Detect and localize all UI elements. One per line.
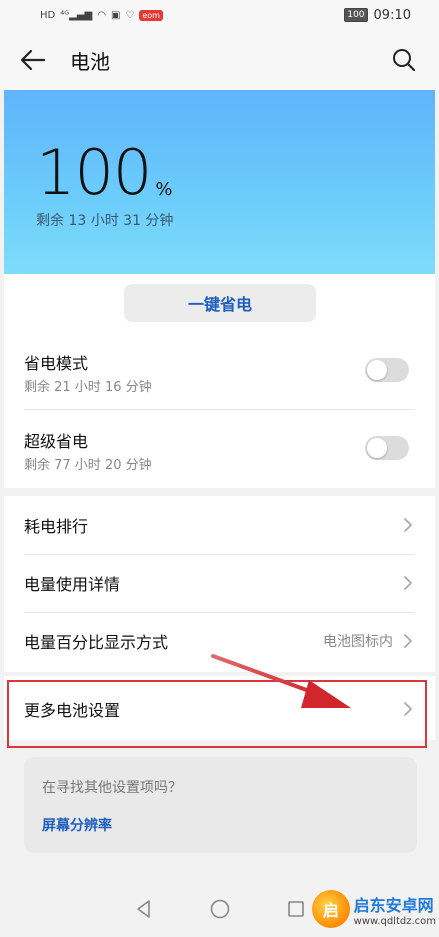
super-saving-mode-sub: 剩余 77 小时 20 分钟	[24, 458, 152, 473]
heart-notification-icon: ♡	[125, 9, 135, 21]
nav-item-label: 耗电排行	[24, 517, 89, 536]
app-notification-icon: ▣	[110, 9, 121, 21]
status-icons: HD ⁴ᴳ▂▄▆ ◠ ▣ ♡ eom	[40, 9, 344, 21]
power-saving-card: 一键省电 省电模式 剩余 21 小时 16 分钟 超级省电 剩余 77 小时 2…	[4, 274, 435, 488]
screen-resolution-link[interactable]: 屏幕分辨率	[42, 815, 399, 835]
nav-item-label: 电量使用详情	[24, 575, 121, 594]
watermark-logo: 启	[312, 890, 350, 928]
toggle-knob	[367, 360, 387, 380]
nav-item-percent-display[interactable]: 电量百分比显示方式 电池图标内	[4, 612, 435, 670]
battery-remaining-time: 剩余 13 小时 31 分钟	[36, 213, 174, 229]
divider	[24, 409, 415, 410]
nav-item-power-ranking[interactable]: 耗电排行	[4, 496, 435, 554]
nav-item-label: 更多电池设置	[24, 701, 121, 720]
other-settings-tip: 在寻找其他设置项吗？ 屏幕分辨率	[24, 757, 417, 853]
power-saving-mode-title: 省电模式	[24, 354, 89, 373]
chevron-right-icon	[401, 576, 415, 590]
status-right: 100 09:10	[344, 8, 411, 23]
page-title: 电池	[70, 49, 110, 74]
super-saving-mode-row[interactable]: 超级省电 剩余 77 小时 20 分钟	[4, 414, 435, 492]
nav-item-label: 电量百分比显示方式	[24, 633, 169, 652]
home-nav-icon[interactable]	[208, 897, 232, 921]
power-saving-mode-sub: 剩余 21 小时 16 分钟	[24, 380, 152, 395]
notification-badge: eom	[139, 9, 163, 21]
power-saving-mode-row[interactable]: 省电模式 剩余 21 小时 16 分钟	[4, 336, 435, 414]
tip-question: 在寻找其他设置项吗？	[42, 780, 182, 796]
power-saving-mode-toggle[interactable]	[365, 358, 409, 382]
chevron-right-icon	[401, 702, 415, 716]
one-key-save-button[interactable]: 一键省电	[124, 284, 316, 322]
back-arrow-icon[interactable]	[20, 45, 50, 75]
back-nav-icon[interactable]	[132, 897, 156, 921]
battery-hero: 100 % 剩余 13 小时 31 分钟	[4, 90, 435, 274]
status-bar: HD ⁴ᴳ▂▄▆ ◠ ▣ ♡ eom 100 09:10	[0, 0, 439, 30]
hd-icon: HD	[40, 9, 56, 21]
wifi-icon: ◠	[97, 9, 106, 21]
super-saving-mode-title: 超级省电	[24, 432, 89, 451]
battery-info-card: 耗电排行 电量使用详情 电量百分比显示方式 电池图标内	[4, 496, 435, 672]
battery-percent-value: 100	[36, 136, 152, 209]
battery-percent-unit: %	[155, 179, 173, 200]
nav-item-value: 电池图标内	[323, 634, 393, 650]
watermark-url: www.qdltdz.com	[353, 915, 436, 927]
site-watermark: 启 启东安卓网 www.qdltdz.com	[312, 884, 436, 934]
nav-item-usage-details[interactable]: 电量使用详情	[4, 554, 435, 612]
more-settings-card: 更多电池设置	[4, 676, 435, 740]
search-icon[interactable]	[389, 45, 419, 75]
chevron-right-icon	[401, 518, 415, 532]
super-saving-mode-toggle[interactable]	[365, 436, 409, 460]
battery-icon: 100	[344, 8, 368, 22]
watermark-text: 启东安卓网 www.qdltdz.com	[354, 892, 436, 927]
more-battery-settings-item[interactable]: 更多电池设置	[4, 680, 435, 738]
app-bar: 电池	[0, 30, 439, 90]
watermark-name: 启东安卓网	[353, 895, 434, 915]
toggle-knob	[367, 438, 387, 458]
status-time: 09:10	[373, 7, 411, 23]
battery-percentage: 100 %	[36, 142, 172, 204]
signal-icon: ⁴ᴳ▂▄▆	[60, 9, 93, 21]
recents-nav-icon[interactable]	[284, 897, 308, 921]
chevron-right-icon	[401, 634, 415, 648]
